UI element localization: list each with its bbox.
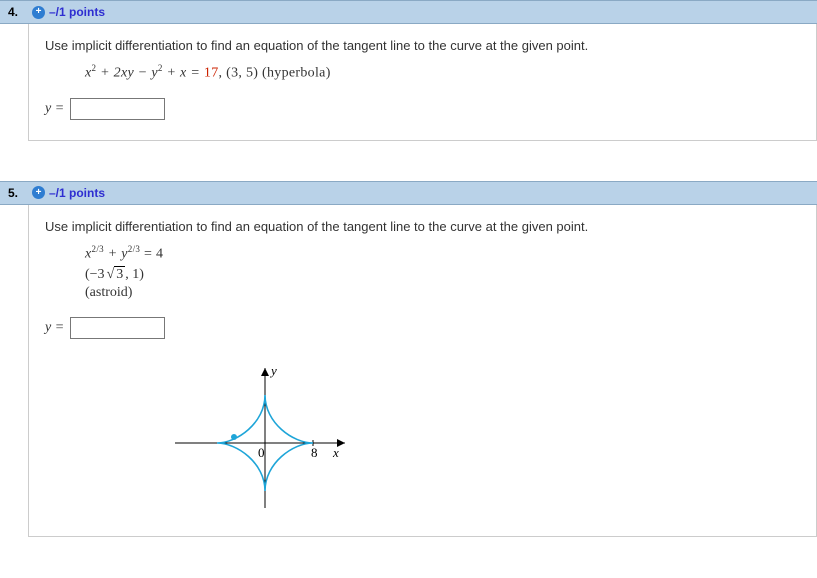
svg-text:0: 0 (258, 445, 265, 460)
question-4: 4. + –/1 points Use implicit differentia… (0, 0, 817, 141)
eq-eq: = 4 (140, 246, 163, 261)
eq-expb: 2/3 (128, 244, 140, 254)
eq-point: , (3, 5) (219, 66, 263, 81)
points-label: –/1 points (49, 186, 105, 200)
svg-text:x: x (332, 445, 339, 460)
question-number: 5. (8, 186, 24, 200)
question-header: 5. + –/1 points (0, 181, 817, 205)
expand-icon[interactable]: + (32, 186, 45, 199)
svg-text:y: y (269, 363, 277, 378)
eq-mid1: + 2xy − y (96, 66, 158, 81)
equation: x2 + 2xy − y2 + x = 17, (3, 5) (hyperbol… (85, 63, 800, 82)
instruction-text: Use implicit differentiation to find an … (45, 38, 800, 53)
answer-row: y = (45, 98, 800, 120)
answer-input[interactable] (70, 98, 165, 120)
pt-right: , 1) (125, 267, 144, 282)
astroid-svg: 8 0 x y (165, 353, 365, 513)
answer-label: y = (45, 101, 64, 117)
answer-label: y = (45, 320, 64, 336)
astroid-chart: 8 0 x y (165, 353, 800, 516)
eq-plus: + y (104, 246, 128, 261)
eq-mid2: + x = (163, 66, 204, 81)
pt-sqrt: 3 (114, 266, 125, 283)
curve-type: (astroid) (85, 285, 800, 301)
question-number: 4. (8, 5, 24, 19)
question-header: 4. + –/1 points (0, 0, 817, 24)
eq-highlight: 17 (204, 66, 219, 81)
eq-type: (hyperbola) (262, 66, 331, 81)
answer-input[interactable] (70, 317, 165, 339)
equation: x2/3 + y2/3 = 4 (85, 244, 800, 263)
question-5: 5. + –/1 points Use implicit differentia… (0, 181, 817, 538)
points-label: –/1 points (49, 5, 105, 19)
point-row: (−3 3, 1) (85, 266, 800, 283)
question-body: Use implicit differentiation to find an … (28, 24, 817, 141)
answer-row: y = (45, 317, 800, 339)
eq-expa: 2/3 (92, 244, 104, 254)
question-body: Use implicit differentiation to find an … (28, 205, 817, 538)
instruction-text: Use implicit differentiation to find an … (45, 219, 800, 234)
pt-left: (−3 (85, 267, 105, 282)
svg-text:8: 8 (311, 445, 318, 460)
expand-icon[interactable]: + (32, 6, 45, 19)
sqrt-icon: 3 (105, 266, 126, 283)
